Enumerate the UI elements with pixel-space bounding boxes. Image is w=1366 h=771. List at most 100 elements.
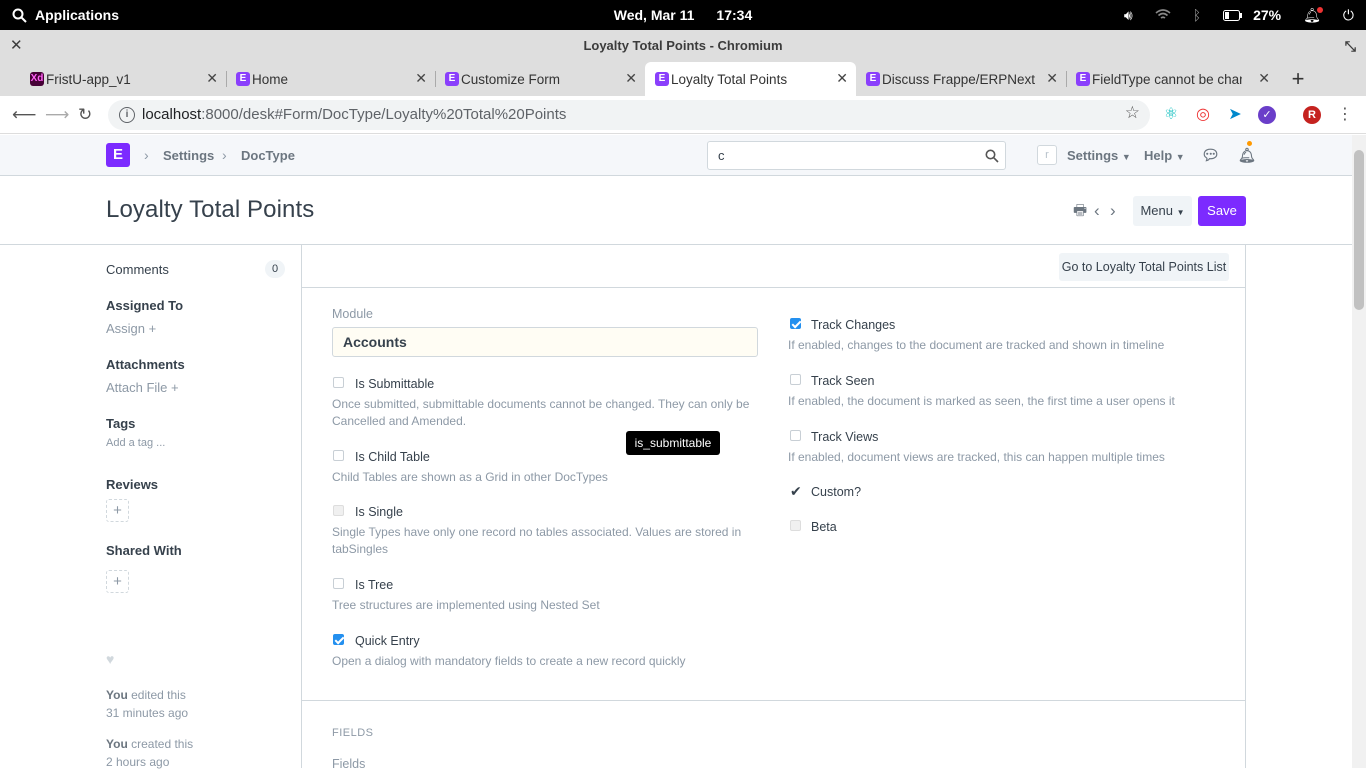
awesome-bar-search-input[interactable]: c [707, 141, 1006, 170]
add-review-button[interactable]: + [106, 499, 129, 522]
custom-label: Custom? [811, 485, 862, 499]
next-record-icon[interactable]: › [1110, 176, 1116, 245]
tab-close-icon[interactable]: ✕ [836, 70, 848, 87]
breadcrumb-settings[interactable]: Settings [163, 135, 214, 176]
forward-icon[interactable]: ⟶ [45, 96, 69, 134]
quick-entry-checkbox[interactable] [333, 634, 344, 645]
breadcrumb-doctype[interactable]: DocType [241, 135, 295, 176]
profile-avatar[interactable]: R [1303, 106, 1321, 124]
extension-spiral-icon[interactable]: ◎ [1194, 106, 1212, 124]
chrome-menu-icon[interactable]: ⋮ [1337, 96, 1353, 134]
system-tray: 🔊︎ ᛒ 27% 🔔︎ ⏻ [1124, 0, 1354, 30]
assign-label: Assign [106, 321, 146, 336]
track-seen-checkbox[interactable] [790, 374, 801, 385]
window-restore-icon[interactable]: ⤡ [1345, 30, 1356, 62]
is-submittable-checkbox[interactable] [333, 377, 344, 388]
page-scrollbar-thumb[interactable] [1354, 150, 1364, 310]
chat-icon[interactable]: 💬︎ [1201, 135, 1220, 176]
attach-file-label: Attach File [106, 380, 168, 395]
fields-label: Fields [332, 757, 366, 771]
tab-fristu[interactable]: Xd FristU-app_v1 ✕ [20, 62, 227, 96]
tab-close-icon[interactable]: ✕ [1258, 70, 1270, 87]
bluetooth-icon[interactable]: ᛒ [1193, 7, 1201, 23]
tab-close-icon[interactable]: ✕ [415, 70, 427, 87]
extension-check-icon[interactable]: ✓ [1258, 106, 1276, 124]
extension-arrow-icon[interactable]: ➤ [1226, 106, 1244, 124]
tab-close-icon[interactable]: ✕ [625, 70, 637, 87]
user-avatar[interactable]: r [1037, 145, 1057, 165]
activity-user: You [106, 688, 128, 702]
applications-menu[interactable]: Applications [12, 0, 119, 30]
tab-home[interactable]: E Home ✕ [226, 62, 436, 96]
battery-icon[interactable] [1223, 9, 1243, 21]
url-bar[interactable]: i localhost:8000/desk#Form/DocType/Loyal… [108, 100, 1150, 130]
activity-user: You [106, 737, 128, 751]
tab-label: Customize Form [461, 71, 561, 87]
tab-close-icon[interactable]: ✕ [1046, 70, 1058, 87]
page-title: Loyalty Total Points [106, 196, 315, 223]
is-child-table-label[interactable]: Is Child Table [355, 450, 430, 464]
assign-link[interactable]: Assign + [106, 321, 156, 336]
add-share-button[interactable]: + [106, 570, 129, 593]
tab-loyalty-total-points[interactable]: E Loyalty Total Points ✕ [645, 62, 856, 96]
settings-dropdown[interactable]: Settings ▼ [1067, 135, 1131, 176]
module-field[interactable]: Accounts [332, 327, 758, 357]
tab-fieldtype[interactable]: E FieldType cannot be chang ✕ [1066, 62, 1278, 96]
date-text: Wed, Mar 11 [613, 7, 695, 23]
notification-bell-icon[interactable]: 🔔︎ [1303, 6, 1323, 24]
beta-label[interactable]: Beta [811, 520, 837, 534]
track-changes-desc: If enabled, changes to the document are … [788, 338, 1165, 352]
wifi-icon[interactable] [1155, 9, 1171, 21]
site-info-icon[interactable]: i [119, 107, 135, 123]
window-close-icon[interactable]: ✕ [10, 30, 23, 62]
search-icon [985, 142, 999, 172]
track-changes-label[interactable]: Track Changes [811, 318, 895, 332]
caret-down-icon: ▼ [1121, 152, 1131, 162]
section-heading-fields[interactable]: FIELDS [332, 727, 374, 739]
tab-discuss-frappe[interactable]: E Discuss Frappe/ERPNext ✕ [856, 62, 1067, 96]
frappe-navbar: E › Settings › DocType c r Settings ▼ He… [0, 135, 1352, 176]
tab-strip: Xd FristU-app_v1 ✕ E Home ✕ E Customize … [0, 62, 1366, 96]
quick-entry-label[interactable]: Quick Entry [355, 634, 420, 648]
track-views-label[interactable]: Track Views [811, 430, 878, 444]
is-submittable-label[interactable]: Is Submittable [355, 377, 434, 391]
is-tree-checkbox[interactable] [333, 578, 344, 589]
save-button[interactable]: Save [1198, 196, 1246, 226]
tab-label: Discuss Frappe/ERPNext [882, 71, 1036, 87]
add-tag-input[interactable]: Add a tag ... [106, 437, 165, 449]
help-dropdown[interactable]: Help ▼ [1144, 135, 1185, 176]
tab-customize-form[interactable]: E Customize Form ✕ [435, 62, 645, 96]
is-submittable-desc: Once submitted, submittable documents ca… [332, 397, 750, 428]
erpnext-logo[interactable]: E [106, 143, 130, 167]
url-text: localhost:8000/desk#Form/DocType/Loyalty… [142, 100, 566, 130]
print-icon[interactable]: 🖶 [1073, 176, 1087, 245]
menu-button[interactable]: Menu ▼ [1133, 196, 1192, 226]
volume-icon[interactable]: 🔊︎ [1124, 7, 1133, 24]
like-heart-icon[interactable]: ♥ [106, 651, 114, 667]
is-single-label[interactable]: Is Single [355, 505, 403, 519]
go-to-list-button[interactable]: Go to Loyalty Total Points List [1059, 253, 1229, 281]
activity-edited: You edited this [106, 688, 186, 702]
extension-react-icon[interactable]: ⚛ [1162, 106, 1180, 124]
beta-checkbox[interactable] [790, 520, 801, 531]
tab-label: FieldType cannot be chang [1092, 71, 1242, 87]
battery-percent: 27% [1253, 7, 1282, 23]
comments-label[interactable]: Comments [106, 262, 169, 277]
power-icon[interactable]: ⏻ [1343, 7, 1354, 24]
comments-count-badge: 0 [265, 260, 285, 278]
new-tab-button[interactable]: + [1288, 62, 1308, 96]
window-title: Loyalty Total Points - Chromium [583, 38, 783, 53]
plus-icon: + [148, 321, 157, 336]
is-child-table-checkbox[interactable] [333, 450, 344, 461]
reload-icon[interactable]: ↻ [78, 96, 92, 134]
track-changes-checkbox[interactable] [790, 318, 801, 329]
bookmark-star-icon[interactable]: ☆ [1125, 103, 1140, 123]
is-tree-label[interactable]: Is Tree [355, 578, 393, 592]
track-seen-label[interactable]: Track Seen [811, 374, 874, 388]
is-single-checkbox[interactable] [333, 505, 344, 516]
prev-record-icon[interactable]: ‹ [1094, 176, 1100, 245]
back-icon[interactable]: ⟵ [12, 96, 36, 134]
track-views-checkbox[interactable] [790, 430, 801, 441]
tab-close-icon[interactable]: ✕ [206, 70, 218, 87]
attach-file-link[interactable]: Attach File + [106, 380, 179, 395]
